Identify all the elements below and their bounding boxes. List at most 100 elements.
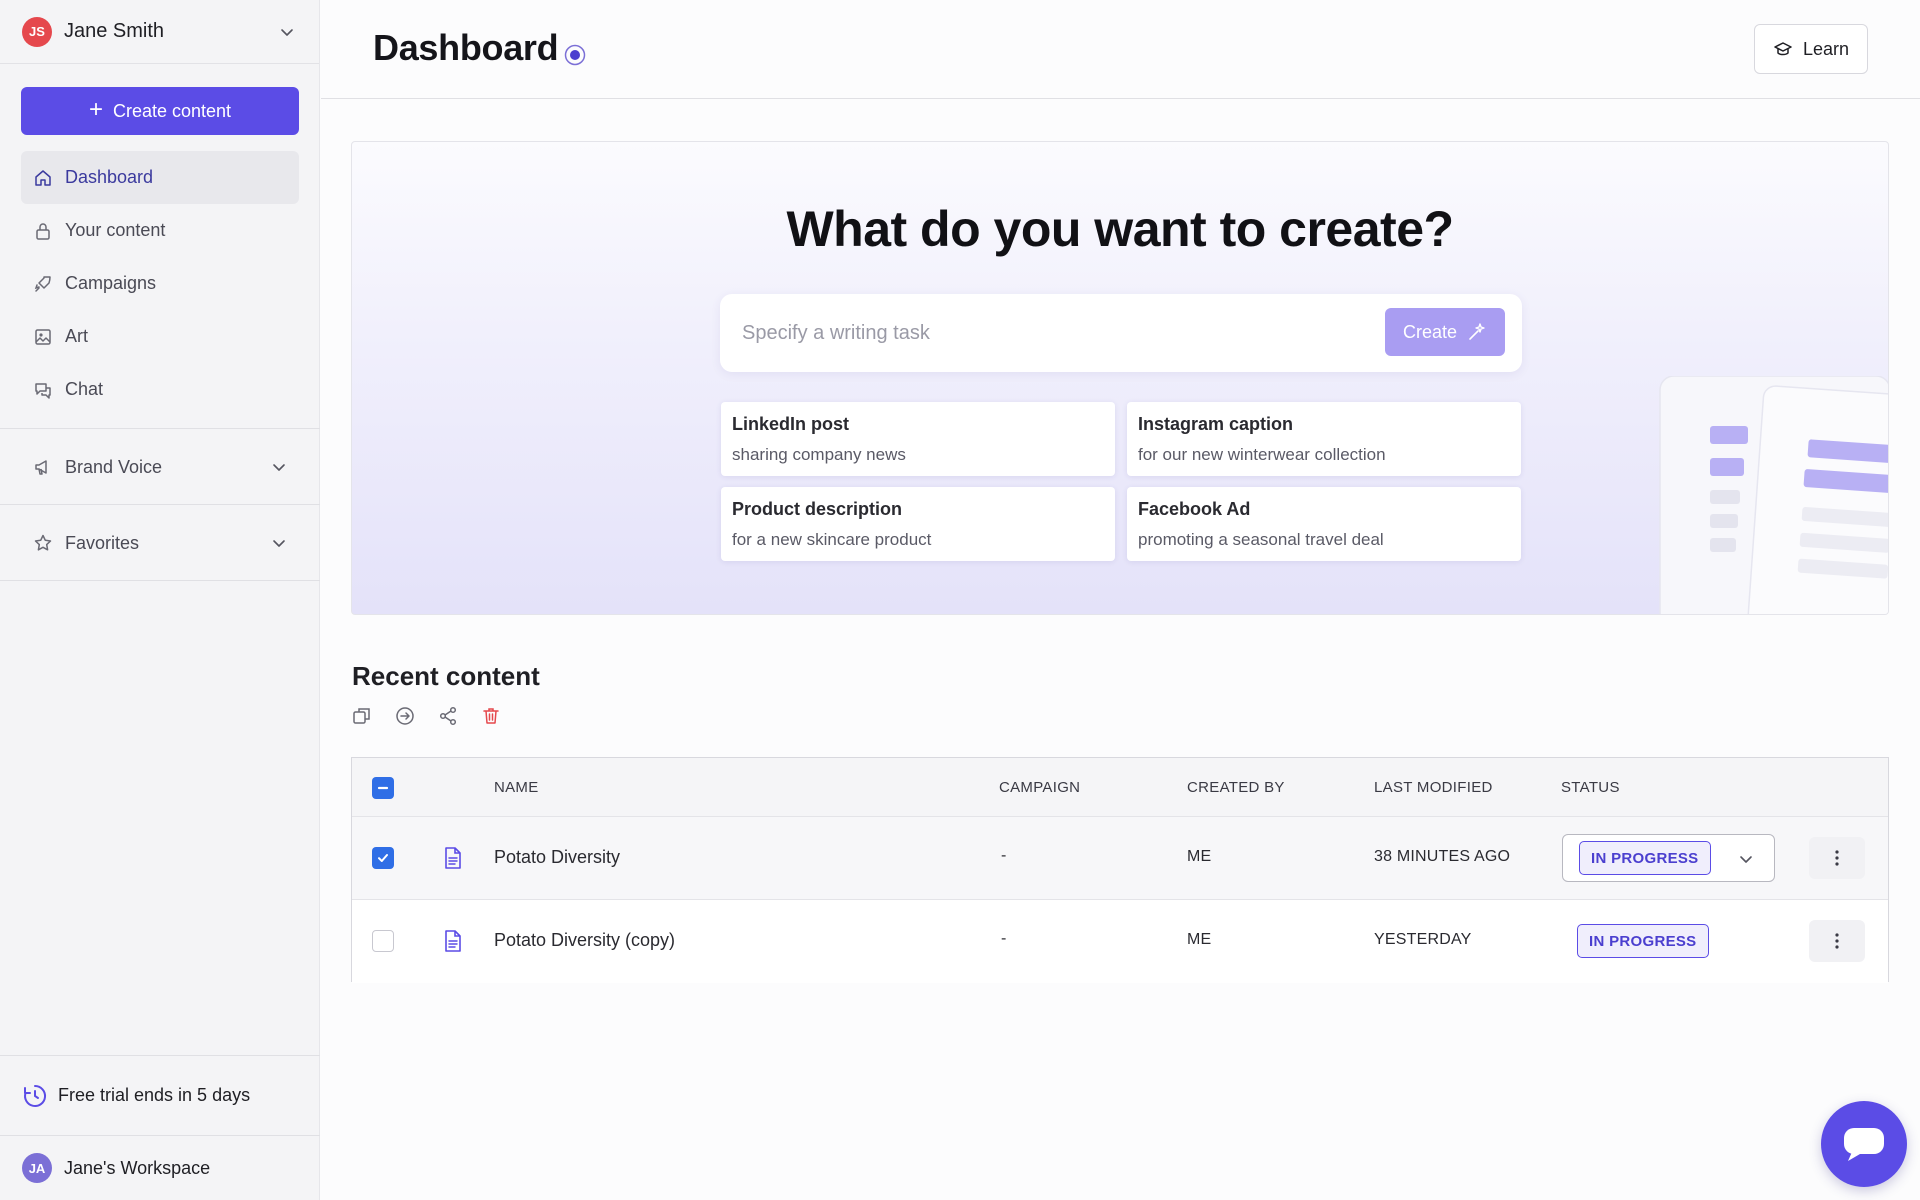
duplicate-icon[interactable]	[352, 706, 372, 726]
favorites-section[interactable]: Favorites	[21, 505, 299, 581]
writing-task-input[interactable]	[742, 312, 1362, 354]
megaphone-icon	[33, 457, 53, 477]
table-header: NAME CAMPAIGN CREATED BY LAST MODIFIED S…	[352, 758, 1888, 817]
create-label: Create	[1402, 321, 1458, 342]
suggestion-title: Product description	[732, 499, 903, 519]
suggestion-card[interactable]: LinkedIn post sharing company news	[721, 402, 1115, 476]
suggestion-card[interactable]: Product description for a new skincare p…	[721, 487, 1115, 561]
sidebar-item-label: Art	[65, 326, 89, 346]
sparkle-icon	[1467, 322, 1487, 342]
user-switcher[interactable]: JS Jane Smith	[0, 0, 319, 64]
chevron-down-icon	[269, 457, 289, 477]
column-header-campaign[interactable]: CAMPAIGN	[999, 779, 1080, 796]
status-dropdown[interactable]: IN PROGRESS	[1562, 834, 1775, 882]
status-badge: IN PROGRESS	[1579, 841, 1711, 875]
chevron-down-icon	[1736, 849, 1756, 869]
content-name[interactable]: Potato Diversity	[494, 847, 620, 868]
document-icon	[445, 847, 461, 869]
sidebar: JS Jane Smith + Create content Dashboard…	[0, 0, 320, 1200]
trash-icon[interactable]	[481, 706, 501, 726]
chevron-down-icon	[269, 533, 289, 553]
sidebar-item-label: Chat	[65, 379, 104, 399]
recent-content-title: Recent content	[352, 661, 540, 691]
chat-icon	[33, 380, 53, 400]
suggestion-title: Facebook Ad	[1138, 499, 1251, 519]
campaign-value: -	[1001, 847, 1007, 864]
hero-title: What do you want to create?	[786, 201, 1454, 257]
plus-icon: +	[88, 95, 103, 123]
content-name[interactable]: Potato Diversity (copy)	[494, 930, 675, 951]
recent-toolbar	[352, 706, 501, 726]
sidebar-nav: Dashboard Your content Campaigns Art Cha…	[21, 151, 299, 416]
chat-widget-button[interactable]	[1821, 1101, 1907, 1187]
graduation-cap-icon	[1773, 39, 1793, 59]
lock-icon	[33, 221, 53, 241]
column-header-last-modified[interactable]: LAST MODIFIED	[1374, 779, 1493, 796]
image-icon	[33, 327, 53, 347]
last-modified-value: 38 MINUTES AGO	[1374, 848, 1511, 865]
rocket-icon	[33, 274, 53, 294]
create-content-label: Create content	[112, 100, 232, 121]
suggestion-subtitle: for our new winterwear collection	[1138, 445, 1386, 464]
status-badge[interactable]: IN PROGRESS	[1577, 924, 1709, 958]
sidebar-item-dashboard[interactable]: Dashboard	[21, 151, 299, 204]
page-title: Dashboard	[373, 27, 559, 68]
share-icon[interactable]	[438, 706, 458, 726]
select-all-checkbox[interactable]	[372, 777, 394, 799]
move-icon[interactable]	[395, 706, 415, 726]
create-content-button[interactable]: + Create content	[21, 87, 299, 135]
row-checkbox[interactable]	[372, 847, 394, 869]
trial-notice[interactable]: Free trial ends in 5 days	[0, 1055, 320, 1136]
sidebar-item-label: Campaigns	[65, 273, 157, 293]
workspace-switcher[interactable]: JA Jane's Workspace	[0, 1136, 320, 1200]
sidebar-item-art[interactable]: Art	[21, 310, 299, 363]
user-name: Jane Smith	[64, 20, 165, 42]
user-avatar: JS	[22, 16, 52, 47]
sidebar-item-chat[interactable]: Chat	[21, 363, 299, 416]
created-by-value: ME	[1187, 848, 1212, 865]
kebab-icon	[1835, 933, 1839, 949]
suggestion-subtitle: promoting a seasonal travel deal	[1138, 530, 1384, 549]
workspace-name: Jane's Workspace	[64, 1157, 211, 1178]
suggestion-subtitle: for a new skincare product	[732, 530, 932, 549]
brand-voice-label: Brand Voice	[65, 456, 163, 477]
chevron-down-icon	[277, 22, 297, 42]
divider	[0, 580, 320, 581]
recent-content-table: NAME CAMPAIGN CREATED BY LAST MODIFIED S…	[351, 757, 1889, 983]
row-checkbox[interactable]	[372, 930, 394, 952]
table-row[interactable]: Potato Diversity - ME 38 MINUTES AGO IN …	[352, 817, 1888, 900]
last-modified-value: YESTERDAY	[1374, 931, 1472, 948]
document-icon	[445, 930, 461, 952]
sidebar-item-your-content[interactable]: Your content	[21, 204, 299, 257]
sidebar-item-label: Dashboard	[65, 167, 154, 187]
suggestion-card[interactable]: Instagram caption for our new winterwear…	[1127, 402, 1521, 476]
chat-bubble-icon	[1844, 1128, 1884, 1161]
workspace-avatar: JA	[22, 1153, 52, 1183]
column-header-name[interactable]: NAME	[494, 779, 539, 796]
learn-label: Learn	[1802, 38, 1850, 59]
star-icon	[33, 533, 53, 553]
created-by-value: ME	[1187, 931, 1212, 948]
campaign-value: -	[1001, 930, 1007, 947]
sidebar-item-campaigns[interactable]: Campaigns	[21, 257, 299, 310]
favorites-label: Favorites	[65, 532, 140, 553]
learn-button[interactable]: Learn	[1754, 24, 1868, 74]
create-hero: What do you want to create? Create Linke…	[351, 141, 1889, 615]
row-menu-button[interactable]	[1809, 920, 1865, 962]
suggestion-title: Instagram caption	[1138, 414, 1294, 434]
page-header: Dashboard Learn	[321, 0, 1920, 99]
home-icon	[33, 168, 53, 188]
document-illustration-icon	[1659, 376, 1888, 614]
suggestion-subtitle: sharing company news	[732, 445, 906, 464]
brand-voice-section[interactable]: Brand Voice	[21, 429, 299, 505]
suggestion-card[interactable]: Facebook Ad promoting a seasonal travel …	[1127, 487, 1521, 561]
column-header-created-by[interactable]: CREATED BY	[1187, 779, 1285, 796]
create-button[interactable]: Create	[1385, 308, 1505, 356]
sidebar-item-label: Your content	[65, 220, 166, 240]
column-header-status[interactable]: STATUS	[1561, 779, 1620, 796]
table-row[interactable]: Potato Diversity (copy) - ME YESTERDAY I…	[352, 900, 1888, 983]
suggestion-title: LinkedIn post	[732, 414, 849, 434]
row-menu-button[interactable]	[1809, 837, 1865, 879]
clock-icon	[22, 1083, 48, 1109]
status-dot-icon	[564, 44, 586, 66]
